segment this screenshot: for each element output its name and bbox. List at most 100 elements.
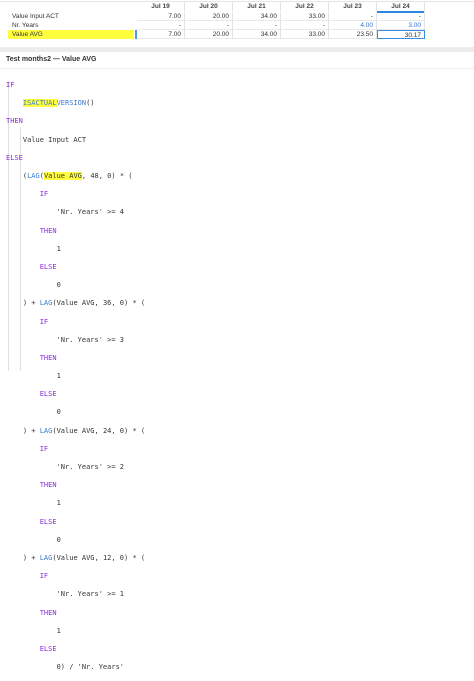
keyword: IF [6,81,15,90]
formula-panel-title: Test months2 — Value AVG [6,56,97,63]
grid-cell[interactable]: - [329,12,377,21]
code-line: 'Nr. Years' >= 1 [6,590,145,599]
code-text: 1 [56,372,61,381]
code-text: 'Nr. Years' >= 3 [56,335,125,344]
code-text: 0) / 'Nr. Years' [56,663,125,672]
code-line: 0 [6,408,145,417]
row-label[interactable]: Value AVG [8,30,134,39]
column-header[interactable]: Jul 21 [233,2,281,11]
code-text: ) + [22,426,40,435]
code-line: ) + LAG(Value AVG, 12, 0) * ( [6,554,145,563]
code-text: 1 [56,626,61,635]
table-row: Value Input ACT 7.00 20.00 34.00 33.00 -… [0,12,474,21]
grid-cell[interactable]: - [185,21,233,30]
code-text: 0 [56,281,61,290]
grid-cell[interactable]: 34.00 [233,30,281,39]
grid-cell[interactable]: 7.00 [137,30,185,39]
grid-cell-input[interactable]: 3.00 [377,21,425,30]
code-text: 0 [56,408,61,417]
grid-cell[interactable]: 34.00 [233,12,281,21]
grid-cell[interactable]: - [137,21,185,30]
keyword: THEN [39,608,57,617]
formula-editor[interactable]: IF ISACTUALVERSION() THEN Value Input AC… [6,72,145,681]
code-line: (LAG(Value AVG, 48, 0) * ( [6,172,133,181]
column-header[interactable]: Jul 22 [281,2,329,11]
function-name: VERSION [56,99,87,108]
function-name: ISACTUAL [22,99,57,108]
keyword: THEN [39,481,57,490]
code-text: Value Input ACT [22,135,87,144]
code-text: (Value AVG, 12, 0) * ( [52,553,146,562]
code-line: 'Nr. Years' >= 3 [6,336,145,345]
code-line: ISACTUALVERSION() [6,99,145,108]
keyword: ELSE [39,390,57,399]
table-row-selected: Value AVG 7.00 20.00 34.00 33.00 23.50 3… [0,30,474,39]
code-line: 1 [6,372,145,381]
code-line: 'Nr. Years' >= 4 [6,208,145,217]
function-name: LAG [39,426,53,435]
code-text: 0 [56,535,61,544]
code-line: THEN [6,117,145,126]
code-line: ELSE [6,154,145,163]
grid-cell-input[interactable]: 4.00 [329,21,377,30]
function-name: LAG [27,172,40,181]
code-line: ELSE [6,518,145,527]
code-text: 1 [56,244,61,253]
keyword: THEN [39,226,57,235]
code-text: , 48, 0) * ( [81,172,133,181]
code-line: ) + LAG(Value AVG, 24, 0) * ( [6,427,145,436]
grid-cell-selected[interactable]: 30.17 [377,30,425,39]
code-text: 'Nr. Years' >= 2 [56,463,125,472]
code-line: IF [6,318,145,327]
row-label[interactable]: Value Input ACT [12,12,59,21]
grid-cell[interactable]: - [377,12,425,21]
keyword: THEN [6,117,23,126]
code-line: 1 [6,499,145,508]
grid-cell[interactable]: - [233,21,281,30]
code-line: 1 [6,245,145,254]
keyword: THEN [39,353,57,362]
grid-cell[interactable]: 33.00 [281,12,329,21]
code-line: IF [6,190,145,199]
code-line: IF [6,81,145,90]
code-line: ELSE [6,645,145,654]
code-line: IF [6,445,145,454]
keyword: ELSE [39,644,57,653]
function-name: LAG [39,299,53,308]
code-line: 'Nr. Years' >= 2 [6,463,145,472]
code-line: ) + LAG(Value AVG, 36, 0) * ( [6,299,145,308]
keyword: ELSE [39,262,57,271]
code-text: (Value AVG, 36, 0) * ( [52,299,146,308]
grid-cell[interactable]: 23.50 [329,30,377,39]
section-divider [0,47,474,52]
keyword: IF [39,190,49,199]
panel-title-divider [0,68,474,69]
code-line: THEN [6,481,145,490]
table-row: Nr. Years - - - - 4.00 3.00 [0,21,474,30]
column-header-selected[interactable]: Jul 24 [377,2,425,11]
row-label[interactable]: Nr. Years [12,21,38,30]
function-name: LAG [39,553,53,562]
keyword: IF [39,572,49,581]
code-text: 1 [56,499,61,508]
column-header[interactable]: Jul 20 [185,2,233,11]
grid-cell[interactable]: 33.00 [281,30,329,39]
grid-cell[interactable]: 7.00 [137,12,185,21]
grid-cell[interactable]: - [281,21,329,30]
code-text: ) + [22,553,40,562]
code-line: Value Input ACT [6,136,145,145]
code-text: 'Nr. Years' >= 1 [56,590,125,599]
grid-cell[interactable]: 20.00 [185,12,233,21]
keyword: ELSE [39,517,57,526]
code-line: ELSE [6,390,145,399]
code-line: THEN [6,609,145,618]
code-line: ELSE [6,263,145,272]
code-line: THEN [6,354,145,363]
grid-cell[interactable]: 20.00 [185,30,233,39]
code-text: 'Nr. Years' >= 4 [56,208,125,217]
code-line: THEN [6,227,145,236]
keyword: IF [39,317,49,326]
column-header[interactable]: Jul 19 [137,2,185,11]
column-header[interactable]: Jul 23 [329,2,377,11]
code-line: IF [6,572,145,581]
